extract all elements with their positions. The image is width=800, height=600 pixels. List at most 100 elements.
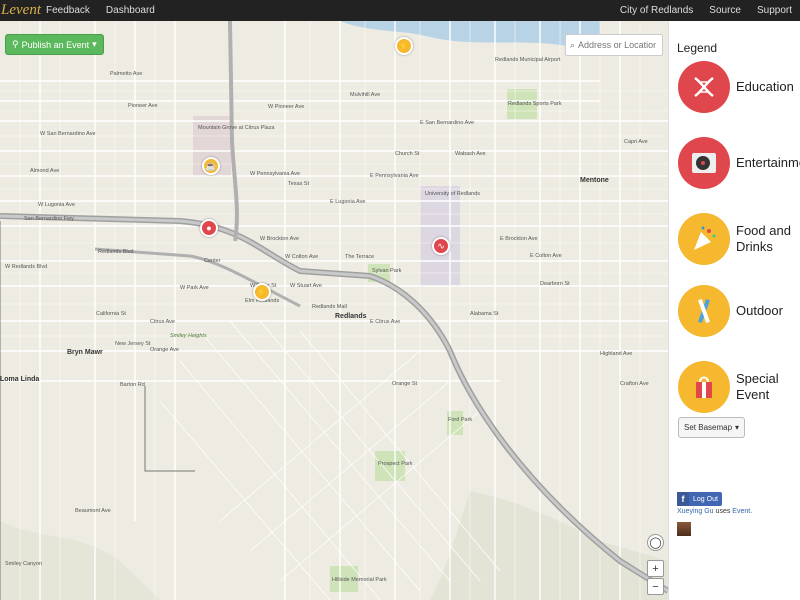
publish-event-button[interactable]: ⚲ Publish an Event ▾	[5, 34, 104, 55]
dna-icon: ∿	[437, 240, 445, 251]
legend-label-special-event: Special Event	[736, 371, 779, 402]
place-label-smiley-heights: Smiley Heights	[170, 333, 207, 339]
nav-link-city-of-redlands[interactable]: City of Redlands	[612, 5, 701, 16]
locate-me-button[interactable]: ◯	[647, 534, 664, 551]
nav-link-dashboard[interactable]: Dashboard	[98, 5, 163, 16]
search-icon: ⌕	[570, 39, 576, 50]
set-basemap-label: Set Basemap	[684, 423, 733, 432]
event-marker-outdoor[interactable]: ⚡	[253, 283, 271, 301]
set-basemap-button[interactable]: Set Basemap ▾	[678, 417, 746, 438]
street-label: Barton Rd	[120, 382, 145, 388]
street-label: California St	[96, 311, 126, 317]
street-label: W Redlands Blvd	[5, 264, 48, 270]
street-label: Crafton Ave	[620, 381, 649, 387]
place-label-prospect-park: Prospect Park	[378, 461, 413, 467]
map-canvas[interactable]: Mentone Redlands Bryn Mawr Mountain Grov…	[0, 21, 668, 600]
street-label: Smiley Canyon	[5, 561, 42, 567]
legend-item-education[interactable]: Education	[678, 61, 794, 113]
street-label: Orange Ave	[150, 347, 179, 353]
place-label-mountain-grove: Mountain Grove at Citrus Plaza	[198, 125, 275, 131]
street-label: Redlands Blvd	[98, 249, 134, 255]
user-uses-text: Xueying Gu uses Event.	[677, 508, 752, 515]
event-marker-outdoor[interactable]: ⚡	[395, 37, 413, 55]
search-input[interactable]	[578, 40, 657, 50]
event-marker-entertainment[interactable]: ●	[200, 219, 218, 237]
town-label-mentone: Mentone	[580, 177, 609, 184]
town-label-redlands: Redlands	[335, 313, 367, 320]
street-label: Highland Ave	[600, 351, 633, 357]
legend-item-entertainment[interactable]: Entertainment	[678, 137, 800, 189]
location-search[interactable]: ⌕	[565, 34, 663, 56]
legend-label-entertainment: Entertainment	[736, 155, 800, 170]
cup-icon: ☕	[205, 160, 217, 171]
street-label: E Pennsylvania Ave	[370, 173, 419, 179]
place-label-ford-park: Ford Park	[448, 417, 473, 423]
dna-icon	[678, 61, 730, 113]
locate-icon: ◯	[649, 537, 662, 549]
street-label: Church St	[395, 151, 420, 157]
caret-down-icon: ▾	[735, 423, 740, 432]
nav-link-feedback[interactable]: Feedback	[38, 5, 98, 16]
lightning-icon: ⚡	[398, 40, 410, 51]
legend-label-outdoor: Outdoor	[736, 303, 783, 318]
top-navbar: Levent Feedback Dashboard City of Redlan…	[0, 0, 800, 21]
street-label: Pioneer Ave	[128, 103, 158, 109]
zoom-in-button[interactable]: +	[647, 560, 664, 577]
street-label: E San Bernardino Ave	[420, 120, 475, 126]
town-label-bryn-mawr: Bryn Mawr	[67, 349, 103, 356]
legend-item-outdoor[interactable]: Outdoor	[678, 285, 783, 337]
nav-link-support[interactable]: Support	[749, 5, 800, 16]
street-label: Palmetto Ave	[110, 71, 143, 77]
legend-item-special-event[interactable]: Special Event	[678, 361, 786, 413]
street-label: Almond Ave	[30, 168, 60, 174]
legend-sidebar: Legend Education Entertainment Food and …	[668, 21, 800, 600]
record-player-icon	[678, 137, 730, 189]
street-label: New Jersey St	[115, 341, 151, 347]
street-label: Beaumont Ave	[75, 508, 111, 514]
app-link[interactable]: Event.	[732, 508, 752, 515]
gift-bag-icon	[678, 361, 730, 413]
record-player-icon: ●	[206, 223, 212, 233]
town-label-loma-linda: Loma Linda	[0, 376, 40, 383]
street-label: W Pioneer Ave	[268, 104, 305, 110]
street-label: E Lugonia Ave	[330, 199, 366, 205]
street-label: W Colton Ave	[285, 254, 319, 260]
place-label-hillside-memorial: Hillside Memorial Park	[332, 577, 387, 583]
place-label-center: Center	[204, 258, 221, 264]
street-label: San Bernardino Fwy	[24, 216, 74, 222]
place-label-university: University of Redlands	[425, 191, 481, 197]
publish-event-label: Publish an Event	[21, 39, 90, 50]
map-pin-icon: ⚲	[12, 39, 19, 49]
caret-down-icon: ▾	[92, 39, 97, 49]
place-label-redlands-mall: Redlands Mall	[312, 304, 347, 310]
street-label: Dearborn St	[540, 281, 570, 287]
facebook-logout-button[interactable]: f Log Out	[677, 492, 722, 506]
street-label: Texas St	[288, 181, 310, 187]
zoom-out-button[interactable]: −	[647, 578, 664, 595]
legend-title: Legend	[677, 41, 718, 55]
event-marker-food-and-drinks[interactable]: ☕	[202, 157, 220, 175]
street-label: W San Bernardino Ave	[40, 131, 96, 137]
user-name-link[interactable]: Xueying Gu	[677, 508, 714, 515]
street-label: E Colton Ave	[530, 253, 562, 259]
street-label: Capri Ave	[624, 139, 648, 145]
street-label: E Brockton Ave	[500, 236, 538, 242]
lightning-icon: ⚡	[256, 286, 268, 297]
brand-logo[interactable]: Levent	[0, 0, 41, 21]
avatar[interactable]	[677, 522, 691, 536]
street-label: Wabash Ave	[455, 151, 486, 157]
uses-label: uses	[715, 508, 731, 515]
nav-link-source[interactable]: Source	[701, 5, 749, 16]
street-label: W Stuart Ave	[290, 283, 322, 289]
street-label: E Citrus Ave	[370, 319, 401, 325]
outdoor-icon	[678, 285, 730, 337]
street-label: Citrus Ave	[150, 319, 175, 325]
street-label: Alabama St	[470, 311, 499, 317]
party-icon	[678, 213, 730, 265]
facebook-icon: f	[677, 492, 689, 506]
street-label: Orange St	[392, 381, 418, 387]
legend-item-food-and-drinks[interactable]: Food and Drinks	[678, 213, 798, 265]
street-label: The Terrace	[345, 254, 375, 260]
event-marker-education[interactable]: ∿	[432, 237, 450, 255]
legend-label-food-and-drinks: Food and Drinks	[736, 223, 791, 254]
